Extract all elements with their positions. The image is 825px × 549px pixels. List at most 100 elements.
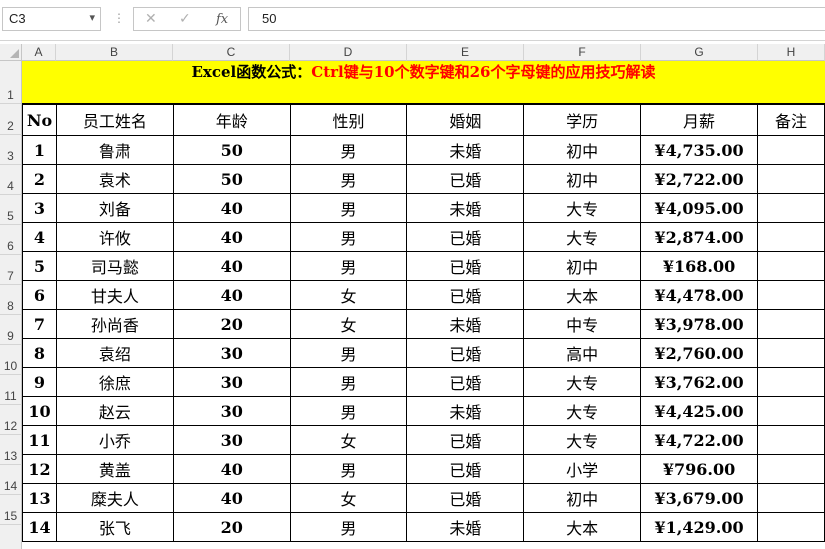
insert-function-icon[interactable]: fx — [216, 12, 228, 27]
formula-bar-input[interactable]: 50 — [248, 7, 825, 31]
cell-gender[interactable]: 男 — [289, 222, 408, 252]
cell-name[interactable]: 鲁肃 — [55, 135, 174, 165]
cell-age[interactable]: 40 — [172, 193, 291, 223]
column-header-f[interactable]: F — [524, 44, 641, 61]
column-header-g[interactable]: G — [641, 44, 758, 61]
cell-no[interactable]: 1 — [22, 135, 57, 165]
cell-no[interactable]: 8 — [22, 338, 57, 368]
column-header-a[interactable]: A — [22, 44, 56, 61]
cell-no[interactable]: 12 — [22, 454, 57, 484]
row-header[interactable]: 13 — [0, 435, 22, 465]
cell-name[interactable]: 黄盖 — [55, 454, 174, 484]
cell-age[interactable]: 40 — [172, 483, 291, 513]
cell-gender[interactable]: 男 — [289, 512, 408, 542]
cell-remarks[interactable] — [757, 222, 825, 252]
cell-age[interactable]: 20 — [172, 309, 291, 339]
row-header[interactable]: 5 — [0, 195, 22, 225]
cell-salary[interactable]: ¥3,978.00 — [640, 309, 759, 339]
cell-marriage[interactable]: 已婚 — [406, 367, 525, 397]
cell-age[interactable]: 50 — [172, 164, 291, 194]
cell-remarks[interactable] — [757, 396, 825, 426]
cell-remarks[interactable] — [757, 251, 825, 281]
cell-remarks[interactable] — [757, 425, 825, 455]
cell-gender[interactable]: 男 — [289, 396, 408, 426]
cell-age[interactable]: 40 — [172, 251, 291, 281]
cell-remarks[interactable] — [757, 135, 825, 165]
row-header[interactable]: 14 — [0, 465, 22, 495]
cell-marriage[interactable]: 未婚 — [406, 135, 525, 165]
row-header[interactable]: 3 — [0, 135, 22, 165]
cell-remarks[interactable] — [757, 309, 825, 339]
cell-salary[interactable]: ¥2,760.00 — [640, 338, 759, 368]
row-header[interactable]: 8 — [0, 285, 22, 315]
cell-name[interactable]: 许攸 — [55, 222, 174, 252]
cell-marriage[interactable]: 已婚 — [406, 164, 525, 194]
cell-remarks[interactable] — [757, 193, 825, 223]
cell-salary[interactable]: ¥3,679.00 — [640, 483, 759, 513]
chevron-down-icon[interactable]: ▾ — [89, 11, 95, 24]
cell-no[interactable]: 10 — [22, 396, 57, 426]
cell-remarks[interactable] — [757, 483, 825, 513]
cell-marriage[interactable]: 未婚 — [406, 512, 525, 542]
cell-marriage[interactable]: 已婚 — [406, 425, 525, 455]
row-header[interactable]: 15 — [0, 495, 22, 525]
cell-gender[interactable]: 男 — [289, 338, 408, 368]
cell-no[interactable]: 11 — [22, 425, 57, 455]
name-box[interactable]: C3 ▾ — [2, 7, 101, 31]
row-header[interactable]: 10 — [0, 345, 22, 375]
cell-remarks[interactable] — [757, 280, 825, 310]
cell-education[interactable]: 高中 — [523, 338, 642, 368]
select-all-corner[interactable] — [0, 44, 22, 61]
cell-education[interactable]: 大专 — [523, 367, 642, 397]
cell-name[interactable]: 赵云 — [55, 396, 174, 426]
cell-gender[interactable]: 男 — [289, 251, 408, 281]
cell-name[interactable]: 刘备 — [55, 193, 174, 223]
cell-age[interactable]: 40 — [172, 222, 291, 252]
cell-marriage[interactable]: 已婚 — [406, 338, 525, 368]
cell-remarks[interactable] — [757, 338, 825, 368]
cell-no[interactable]: 3 — [22, 193, 57, 223]
cell-age[interactable]: 30 — [172, 425, 291, 455]
header-age[interactable]: 年龄 — [172, 104, 291, 136]
cell-name[interactable]: 袁术 — [55, 164, 174, 194]
column-header-b[interactable]: B — [56, 44, 173, 61]
cell-age[interactable]: 30 — [172, 396, 291, 426]
cell-salary[interactable]: ¥4,478.00 — [640, 280, 759, 310]
cell-gender[interactable]: 女 — [289, 483, 408, 513]
cell-salary[interactable]: ¥4,095.00 — [640, 193, 759, 223]
cell-name[interactable]: 甘夫人 — [55, 280, 174, 310]
cell-age[interactable]: 30 — [172, 338, 291, 368]
cell-education[interactable]: 大专 — [523, 222, 642, 252]
cell-name[interactable]: 袁绍 — [55, 338, 174, 368]
row-header[interactable]: 7 — [0, 255, 22, 285]
cell-education[interactable]: 初中 — [523, 251, 642, 281]
cell-salary[interactable]: ¥4,735.00 — [640, 135, 759, 165]
cell-gender[interactable]: 女 — [289, 309, 408, 339]
cell-age[interactable]: 40 — [172, 280, 291, 310]
cell-salary[interactable]: ¥796.00 — [640, 454, 759, 484]
cell-salary[interactable]: ¥4,722.00 — [640, 425, 759, 455]
header-remarks[interactable]: 备注 — [757, 104, 825, 136]
confirm-icon[interactable]: ✓ — [179, 11, 191, 27]
cell-education[interactable]: 大本 — [523, 280, 642, 310]
row-header[interactable]: 1 — [0, 61, 22, 104]
header-education[interactable]: 学历 — [523, 104, 642, 136]
cell-name[interactable]: 张飞 — [55, 512, 174, 542]
cell-education[interactable]: 大专 — [523, 396, 642, 426]
cell-education[interactable]: 大专 — [523, 425, 642, 455]
cell-salary[interactable]: ¥2,722.00 — [640, 164, 759, 194]
row-header[interactable]: 4 — [0, 165, 22, 195]
cell-salary[interactable]: ¥2,874.00 — [640, 222, 759, 252]
cell-salary[interactable]: ¥3,762.00 — [640, 367, 759, 397]
cell-no[interactable]: 13 — [22, 483, 57, 513]
cell-no[interactable]: 5 — [22, 251, 57, 281]
cell-gender[interactable]: 男 — [289, 454, 408, 484]
cell-salary[interactable]: ¥168.00 — [640, 251, 759, 281]
header-gender[interactable]: 性别 — [289, 104, 408, 136]
cell-age[interactable]: 30 — [172, 367, 291, 397]
column-header-c[interactable]: C — [173, 44, 290, 61]
header-marriage[interactable]: 婚姻 — [406, 104, 525, 136]
cell-age[interactable]: 20 — [172, 512, 291, 542]
header-no[interactable]: No — [22, 104, 57, 136]
cell-no[interactable]: 7 — [22, 309, 57, 339]
